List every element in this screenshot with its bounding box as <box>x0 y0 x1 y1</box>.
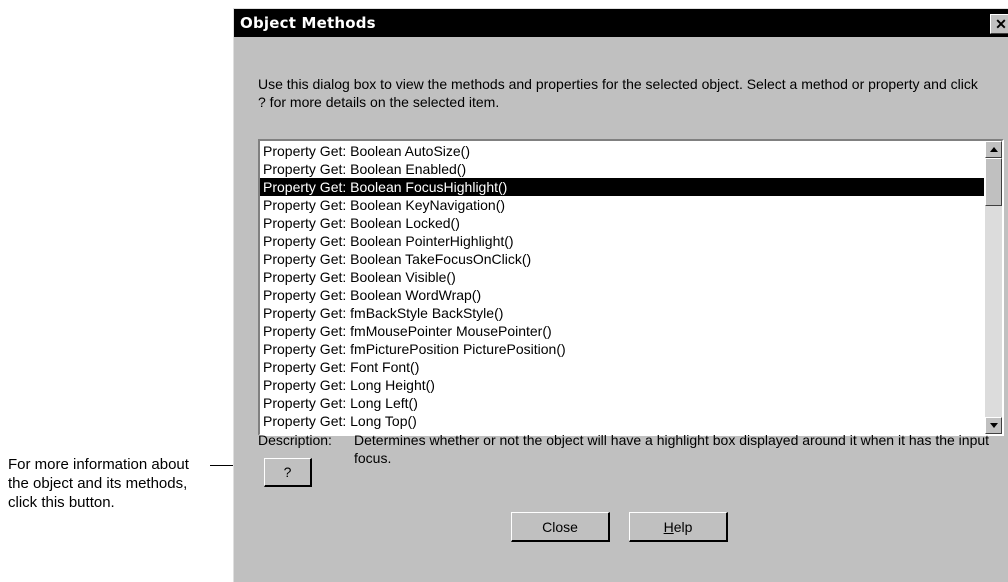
list-item[interactable]: Property Get: Boolean WordWrap() <box>260 286 984 304</box>
list-item[interactable]: Property Get: Boolean Locked() <box>260 214 984 232</box>
list-item[interactable]: Property Get: Boolean PointerHighlight() <box>260 232 984 250</box>
arrow-down-icon <box>990 423 998 428</box>
help-button[interactable]: Help <box>629 512 728 542</box>
list-item[interactable]: Property Get: Boolean AutoSize() <box>260 142 984 160</box>
list-item[interactable]: Property Get: Font Font() <box>260 358 984 376</box>
list-item[interactable]: Property Get: fmPicturePosition PictureP… <box>260 340 984 358</box>
scroll-up-button[interactable] <box>985 141 1002 158</box>
list-item[interactable]: Property Get: Boolean Enabled() <box>260 160 984 178</box>
description-text: Determines whether or not the object wil… <box>354 432 990 466</box>
list-item[interactable]: Property Get: Long Height() <box>260 376 984 394</box>
instructions-text: Use this dialog box to view the methods … <box>258 76 978 110</box>
list-item-selected[interactable]: Property Get: Boolean FocusHighlight() <box>260 178 984 196</box>
list-item[interactable]: Property Get: fmMousePointer MousePointe… <box>260 322 984 340</box>
dialog-titlebar: Object Methods ✕ <box>234 9 1008 37</box>
list-item[interactable]: Property Get: Long Top() <box>260 412 984 430</box>
list-item[interactable]: Property Get: Boolean Visible() <box>260 268 984 286</box>
methods-listbox[interactable]: Property Get: Boolean AutoSize() Property… <box>258 139 1004 436</box>
scroll-thumb[interactable] <box>985 158 1002 206</box>
list-item[interactable]: Property Get: Boolean KeyNavigation() <box>260 196 984 214</box>
dialog-title: Object Methods <box>240 14 376 32</box>
close-button[interactable]: Close <box>511 512 610 542</box>
arrow-up-icon <box>990 147 998 152</box>
list-item[interactable]: Property Get: fmBackStyle BackStyle() <box>260 304 984 322</box>
close-icon[interactable]: ✕ <box>990 14 1008 34</box>
object-methods-dialog: Object Methods ✕ Use this dialog box to … <box>233 8 1008 582</box>
list-scrollbar[interactable] <box>985 141 1002 434</box>
more-info-button[interactable]: ? <box>264 458 312 487</box>
description-label: Description: <box>258 432 332 448</box>
methods-list: Property Get: Boolean AutoSize() Property… <box>260 142 984 430</box>
callout-text: For more information about the object an… <box>8 456 189 511</box>
list-item[interactable]: Property Get: Boolean TakeFocusOnClick() <box>260 250 984 268</box>
list-item[interactable]: Property Get: Long Left() <box>260 394 984 412</box>
